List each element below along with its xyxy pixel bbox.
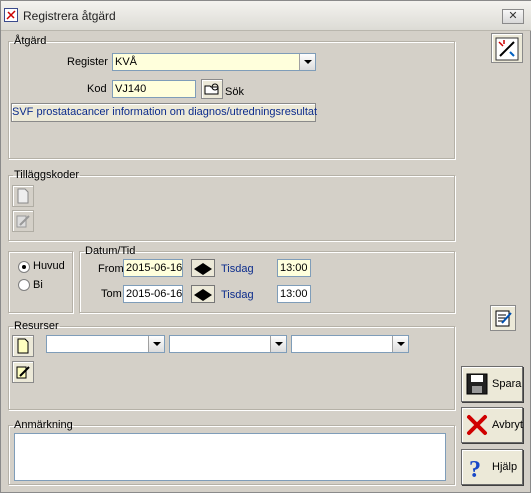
cancel-label: Avbryt: [492, 419, 523, 431]
save-button[interactable]: Spara: [461, 366, 523, 402]
huvud-label: Huvud: [33, 260, 65, 272]
help-button[interactable]: ? Hjälp: [461, 449, 523, 485]
question-mark-icon: ?: [469, 457, 481, 480]
add-resource-button[interactable]: [12, 335, 34, 357]
new-document-icon: [17, 338, 29, 354]
close-icon: ✕: [508, 10, 518, 22]
anmarkning-textarea[interactable]: [14, 433, 446, 481]
wizard-button[interactable]: [491, 33, 523, 63]
from-date-value: 2015-06-16: [126, 262, 183, 274]
tom-date-value: 2015-06-16: [126, 288, 183, 300]
chevron-down-icon[interactable]: [148, 336, 164, 352]
register-label: Register: [67, 56, 108, 68]
svg-text:?: ?: [469, 457, 481, 480]
register-select[interactable]: KVÅ: [112, 53, 316, 71]
from-time-input[interactable]: 13:00: [277, 259, 311, 277]
title-bar: Registrera åtgärd ✕: [1, 1, 531, 31]
anmarkning-legend: Anmärkning: [14, 419, 73, 431]
tom-label: Tom: [101, 288, 122, 300]
add-code-button[interactable]: [12, 185, 34, 207]
tillaggskoder-group: Tilläggskoder: [8, 169, 455, 241]
edit-code-button[interactable]: [12, 210, 34, 232]
datum-tid-legend: Datum/Tid: [85, 245, 136, 257]
folder-search-icon: [204, 83, 219, 95]
huvud-radio[interactable]: [18, 261, 30, 273]
kod-value: VJ140: [115, 83, 147, 95]
from-date-stepper[interactable]: [191, 259, 215, 277]
resource-combo-2[interactable]: [169, 335, 287, 353]
resurser-group: Resurser: [8, 320, 455, 410]
from-label: From: [98, 263, 124, 275]
new-document-icon: [17, 188, 29, 204]
tom-date-stepper[interactable]: [191, 285, 215, 303]
tom-time-value: 13:00: [280, 288, 308, 300]
chevron-down-icon[interactable]: [392, 336, 408, 352]
close-button[interactable]: ✕: [502, 9, 524, 24]
description-button[interactable]: SVF prostatacancer information om diagno…: [11, 103, 318, 122]
app-icon: [4, 8, 18, 22]
from-weekday: Tisdag: [221, 263, 254, 275]
tom-date-input[interactable]: 2015-06-16: [123, 285, 183, 303]
window-title: Registrera åtgärd: [23, 9, 116, 23]
save-label: Spara: [492, 378, 522, 390]
cancel-button[interactable]: Avbryt: [461, 407, 523, 443]
chevron-down-icon[interactable]: [270, 336, 286, 352]
register-action-dialog: Registrera åtgärd ✕ Åtgärd Register KVÅ …: [0, 0, 531, 493]
search-button[interactable]: [201, 79, 223, 99]
resource-combo-3[interactable]: [291, 335, 409, 353]
description-label: SVF prostatacancer information om diagno…: [12, 106, 318, 118]
help-label: Hjälp: [492, 461, 518, 473]
tom-weekday: Tisdag: [221, 289, 254, 301]
search-label: Sök: [225, 86, 244, 98]
kod-input[interactable]: VJ140: [112, 80, 196, 98]
resource-combo-1[interactable]: [46, 335, 165, 353]
atgard-legend: Åtgärd: [14, 35, 47, 47]
edit-document-icon: [16, 366, 30, 379]
register-value: KVÅ: [115, 56, 138, 68]
resurser-legend: Resurser: [14, 320, 59, 332]
notes-button[interactable]: [490, 305, 516, 331]
notepad-icon: [495, 310, 512, 327]
edit-document-icon: [16, 215, 30, 228]
tillaggskoder-legend: Tilläggskoder: [14, 169, 80, 181]
red-x-icon: [467, 415, 487, 435]
bi-label: Bi: [33, 279, 43, 291]
kod-label: Kod: [87, 83, 107, 95]
from-date-input[interactable]: 2015-06-16: [123, 259, 183, 277]
tom-time-input[interactable]: 13:00: [277, 285, 311, 303]
chevron-down-icon[interactable]: [299, 54, 315, 70]
edit-resource-button[interactable]: [12, 361, 34, 383]
bi-radio[interactable]: [18, 279, 30, 291]
floppy-disk-icon: [466, 373, 488, 395]
from-time-value: 13:00: [280, 262, 308, 274]
wand-icon: [495, 37, 519, 61]
